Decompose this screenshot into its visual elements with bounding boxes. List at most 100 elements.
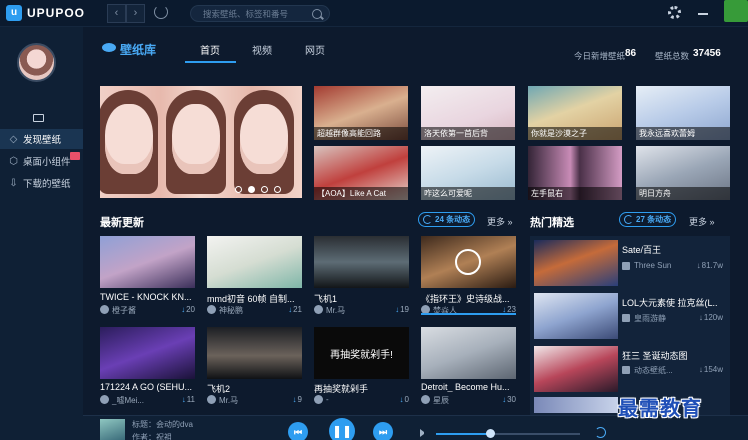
- latest-card-title[interactable]: 再抽奖就剁手: [314, 382, 409, 395]
- hot-item-thumb[interactable]: [534, 397, 618, 413]
- hot-item-author[interactable]: 动态壁纸...: [622, 365, 682, 376]
- sidebar-item-downloads[interactable]: ⇩ 下载的壁纸: [0, 173, 83, 193]
- latest-card-title[interactable]: TWICE - KNOCK KN...: [100, 292, 195, 302]
- sidebar-item-label: 发现壁纸: [23, 135, 62, 146]
- previous-button[interactable]: ⏮: [288, 422, 308, 440]
- latest-card-author[interactable]: 星辰: [421, 395, 476, 406]
- latest-card-downloads: 21: [272, 305, 302, 314]
- sidebar-item-discover[interactable]: ◇ 发现壁纸: [0, 129, 83, 149]
- latest-card-author[interactable]: _嘘Mei...: [100, 395, 155, 406]
- hot-item-downloads: 154w: [683, 365, 723, 374]
- tab-video[interactable]: 视频: [252, 42, 272, 57]
- latest-card-title[interactable]: 171224 A GO (SEHU...: [100, 382, 195, 392]
- card-progress-bar: [421, 313, 516, 315]
- close-icon[interactable]: [724, 0, 748, 22]
- latest-card-title[interactable]: mmd初音 60帧 自制...: [207, 292, 302, 305]
- app-logo-icon: u: [6, 5, 22, 21]
- latest-card-author[interactable]: Mr.马: [314, 305, 369, 316]
- latest-card-title[interactable]: Detroit_ Become Hu...: [421, 382, 516, 392]
- loop-icon[interactable]: [595, 427, 606, 438]
- latest-card-downloads: 11: [165, 395, 195, 404]
- search-icon[interactable]: [312, 9, 322, 19]
- carousel-dot[interactable]: [261, 186, 268, 193]
- pause-button[interactable]: ❚❚: [329, 418, 355, 440]
- total-label: 壁纸总数: [655, 51, 690, 61]
- forward-button[interactable]: ›: [126, 4, 145, 23]
- latest-card-thumb[interactable]: [207, 236, 302, 288]
- latest-card-title[interactable]: 《指环王》史诗级战...: [421, 292, 516, 305]
- latest-activity-pill[interactable]: 24 条动态: [418, 212, 475, 227]
- hot-item-author[interactable]: Three Sun: [622, 261, 682, 270]
- featured-thumb[interactable]: 咋这么可爱呢: [421, 146, 515, 200]
- refresh-icon[interactable]: [154, 5, 168, 19]
- refresh-icon: [624, 215, 633, 224]
- carousel-dot[interactable]: [235, 186, 242, 193]
- mail-icon[interactable]: [33, 114, 44, 122]
- latest-card-thumb[interactable]: [314, 236, 409, 288]
- latest-card-thumb[interactable]: [421, 327, 516, 379]
- latest-card-author[interactable]: 橙子酱: [100, 305, 155, 316]
- hot-item-title[interactable]: 狂三 圣诞动态图: [622, 349, 717, 362]
- new-badge: [70, 152, 80, 160]
- featured-thumb[interactable]: 你就是沙漠之子: [528, 86, 622, 140]
- latest-card-downloads: 9: [272, 395, 302, 404]
- play-icon[interactable]: [455, 249, 481, 275]
- featured-thumb[interactable]: 我永远喜欢蕾姆: [636, 86, 730, 140]
- latest-activity-label: 24 条动态: [435, 215, 471, 224]
- hot-item-title[interactable]: LOL大元素使 拉克丝(L...: [622, 296, 717, 309]
- latest-card-thumb[interactable]: 再抽奖就剁手!: [314, 327, 409, 379]
- volume-icon[interactable]: [420, 429, 429, 437]
- double-chevron-right-icon: »: [709, 217, 715, 227]
- back-button[interactable]: ‹: [107, 4, 126, 23]
- sidebar-item-label: 桌面小组件: [23, 157, 71, 168]
- compass-icon: ◇: [9, 133, 18, 145]
- banner-carousel[interactable]: [100, 86, 302, 198]
- watermark: 最需教育: [618, 398, 702, 420]
- player-author: 作者：祝祖: [132, 433, 172, 440]
- latest-card-thumb[interactable]: [421, 236, 516, 288]
- sidebar-item-label: 下载的壁纸: [23, 179, 71, 190]
- double-chevron-right-icon: »: [507, 217, 513, 227]
- latest-card-downloads: 19: [379, 305, 409, 314]
- featured-thumb[interactable]: 超越群像高能回路: [314, 86, 408, 140]
- hot-item-title[interactable]: Sate/百王: [622, 243, 717, 256]
- latest-card-thumb[interactable]: [100, 327, 195, 379]
- featured-caption: 咋这么可爱呢: [421, 187, 515, 200]
- search-placeholder: 搜索壁纸、标签和番号: [203, 9, 289, 19]
- hot-item-thumb[interactable]: [534, 346, 618, 392]
- latest-card-title[interactable]: 飞机1: [314, 292, 409, 305]
- latest-card-title[interactable]: 飞机2: [207, 382, 302, 395]
- featured-thumb[interactable]: 【AOA】Like A Cat: [314, 146, 408, 200]
- banner-figure: [240, 104, 288, 174]
- carousel-dot-active[interactable]: [248, 186, 255, 193]
- hot-item-author[interactable]: 皇雨游静: [622, 313, 682, 324]
- avatar[interactable]: [17, 43, 56, 82]
- minimize-icon[interactable]: [698, 13, 708, 15]
- player-thumb[interactable]: [100, 419, 125, 440]
- hot-item-thumb[interactable]: [534, 293, 618, 339]
- hot-activity-pill[interactable]: 27 条动态: [619, 212, 676, 227]
- search-input[interactable]: 搜索壁纸、标签和番号: [190, 5, 330, 22]
- latest-card-author[interactable]: Mr.马: [207, 395, 262, 406]
- featured-thumb[interactable]: 洛天依第一首后背: [421, 86, 515, 140]
- title-bar: u UPUPOO ‹ › 搜索壁纸、标签和番号: [0, 0, 748, 27]
- featured-caption: 洛天依第一首后背: [421, 127, 515, 140]
- latest-card-author[interactable]: -: [314, 395, 369, 404]
- latest-card-thumb[interactable]: [100, 236, 195, 288]
- latest-card-author[interactable]: 神秘鹏: [207, 305, 262, 316]
- volume-slider-handle[interactable]: [486, 429, 495, 438]
- featured-thumb[interactable]: 明日方舟: [636, 146, 730, 200]
- hot-item-thumb[interactable]: [534, 240, 618, 286]
- volume-slider-fill: [436, 433, 490, 435]
- settings-gear-icon[interactable]: [668, 6, 681, 19]
- featured-thumb[interactable]: 左手鼠右: [528, 146, 622, 200]
- tab-home[interactable]: 首页: [200, 42, 220, 57]
- featured-caption: 我永远喜欢蕾姆: [636, 127, 730, 140]
- tab-web[interactable]: 网页: [305, 42, 325, 57]
- latest-more-link[interactable]: 更多 »: [487, 215, 513, 228]
- carousel-dot[interactable]: [274, 186, 281, 193]
- latest-card-thumb[interactable]: [207, 327, 302, 379]
- next-button[interactable]: ⏭: [373, 422, 393, 440]
- skip-next-icon: ⏭: [378, 427, 388, 437]
- hot-more-link[interactable]: 更多 »: [689, 215, 715, 228]
